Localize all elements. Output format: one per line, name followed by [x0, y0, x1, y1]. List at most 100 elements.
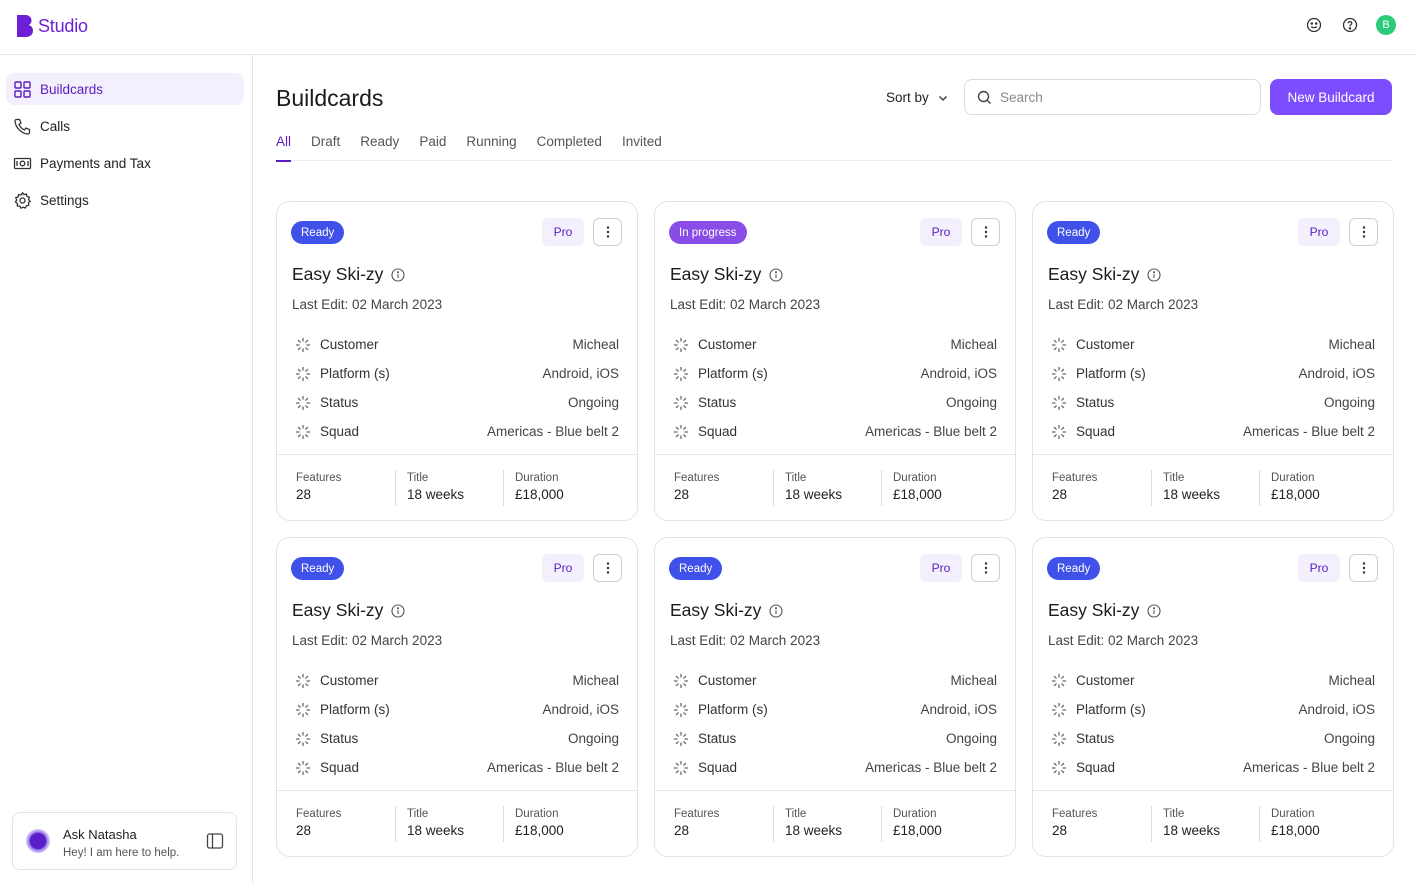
detail-label-wrap: Status — [673, 731, 736, 747]
tab-all[interactable]: All — [276, 134, 292, 162]
info-icon[interactable] — [391, 267, 405, 282]
grid-icon — [14, 80, 31, 98]
detail-row: Customer Micheal — [673, 330, 997, 359]
more-options-button[interactable] — [593, 554, 622, 582]
detail-value: Micheal — [950, 337, 997, 352]
status-badge: Ready — [669, 557, 723, 580]
sidebar-item-label: Settings — [40, 192, 89, 208]
detail-value: Americas - Blue belt 2 — [1242, 760, 1375, 775]
app-logo[interactable]: Studio — [16, 14, 88, 38]
card-title[interactable]: Easy Ski-zy — [1048, 264, 1139, 285]
detail-row: Platform (s) Android, iOS — [295, 359, 619, 388]
more-vertical-icon — [606, 562, 609, 574]
card-stats: Features 28 Title 18 weeks Duration £18,… — [277, 454, 637, 520]
chevron-down-icon — [938, 95, 947, 101]
detail-label: Customer — [320, 337, 379, 352]
loading-spinner-icon — [295, 673, 311, 688]
stat-label: Duration — [1271, 808, 1315, 820]
tab-draft[interactable]: Draft — [311, 134, 340, 161]
info-icon[interactable] — [1147, 603, 1161, 618]
loading-spinner-icon — [295, 337, 311, 352]
sort-by-dropdown[interactable]: Sort by — [886, 90, 949, 105]
detail-row: Squad Americas - Blue belt 2 — [295, 417, 619, 446]
more-vertical-icon — [1362, 562, 1365, 574]
user-avatar[interactable]: B — [1376, 15, 1396, 35]
sidebar-item-label: Payments and Tax — [40, 155, 151, 171]
info-icon[interactable] — [391, 603, 405, 618]
info-icon[interactable] — [769, 267, 783, 282]
stat-value: 18 weeks — [785, 487, 843, 502]
stat-duration: Duration £18,000 — [1259, 806, 1320, 842]
stat-value: 28 — [296, 487, 312, 502]
tab-invited[interactable]: Invited — [622, 134, 662, 161]
info-icon[interactable] — [1147, 267, 1161, 282]
more-options-button[interactable] — [1349, 554, 1378, 582]
card-title[interactable]: Easy Ski-zy — [670, 600, 761, 621]
sidebar: Buildcards Calls Payments and Tax Settin… — [0, 55, 253, 884]
tab-completed[interactable]: Completed — [537, 134, 602, 161]
app-name: Studio — [38, 15, 88, 36]
new-buildcard-button[interactable]: New Buildcard — [1270, 79, 1392, 115]
card-title[interactable]: Easy Ski-zy — [292, 600, 383, 621]
card-title[interactable]: Easy Ski-zy — [292, 264, 383, 285]
stat-duration: Duration £18,000 — [503, 806, 564, 842]
help-icon[interactable] — [1340, 15, 1360, 35]
stat-value: 28 — [674, 823, 690, 838]
search-box[interactable] — [964, 79, 1261, 115]
info-icon[interactable] — [769, 603, 783, 618]
gear-icon — [14, 191, 32, 209]
detail-label: Customer — [320, 673, 379, 688]
loading-spinner-icon — [295, 760, 311, 775]
more-vertical-icon — [984, 562, 987, 574]
detail-label-wrap: Status — [673, 395, 736, 411]
more-options-button[interactable] — [971, 554, 1000, 582]
feedback-smile-icon[interactable] — [1304, 15, 1324, 35]
tab-paid[interactable]: Paid — [419, 134, 446, 161]
sidebar-item-calls[interactable]: Calls — [6, 110, 244, 142]
buildcard-6[interactable]: Ready Pro Easy Ski-zy Last Edit: 02 Marc… — [1032, 537, 1394, 857]
detail-label: Status — [320, 395, 359, 410]
more-options-button[interactable] — [1349, 218, 1378, 246]
sidebar-item-payments-and-tax[interactable]: Payments and Tax — [6, 147, 244, 179]
stat-label: Features — [1052, 808, 1098, 820]
buildcard-4[interactable]: Ready Pro Easy Ski-zy Last Edit: 02 Marc… — [276, 537, 638, 857]
detail-row: Squad Americas - Blue belt 2 — [1051, 753, 1375, 782]
stat-label: Duration — [1271, 472, 1315, 484]
buildcard-2[interactable]: In progress Pro Easy Ski-zy Last Edit: 0… — [654, 201, 1016, 521]
detail-value: Ongoing — [945, 395, 997, 410]
sidebar-item-settings[interactable]: Settings — [6, 184, 244, 216]
stat-features: Features 28 — [1033, 455, 1151, 520]
sidebar-panel-toggle-icon[interactable] — [206, 832, 224, 850]
detail-value: Americas - Blue belt 2 — [1242, 424, 1375, 439]
stat-value: £18,000 — [515, 487, 564, 502]
buildcard-5[interactable]: Ready Pro Easy Ski-zy Last Edit: 02 Marc… — [654, 537, 1016, 857]
loading-spinner-icon — [1051, 760, 1067, 775]
detail-label-wrap: Squad — [295, 424, 359, 440]
more-options-button[interactable] — [593, 218, 622, 246]
stat-duration: Duration £18,000 — [881, 470, 942, 506]
detail-row: Platform (s) Android, iOS — [673, 359, 997, 388]
card-title[interactable]: Easy Ski-zy — [1048, 600, 1139, 621]
detail-row: Status Ongoing — [673, 388, 997, 417]
more-options-button[interactable] — [971, 218, 1000, 246]
detail-row: Customer Micheal — [295, 330, 619, 359]
stat-label: Duration — [515, 808, 559, 820]
stat-value: 28 — [1052, 823, 1068, 838]
loading-spinner-icon — [295, 366, 311, 381]
detail-value: Ongoing — [567, 731, 619, 746]
buildcard-3[interactable]: Ready Pro Easy Ski-zy Last Edit: 02 Marc… — [1032, 201, 1394, 521]
tab-ready[interactable]: Ready — [360, 134, 399, 161]
buildcard-1[interactable]: Ready Pro Easy Ski-zy Last Edit: 02 Marc… — [276, 201, 638, 521]
detail-label-wrap: Squad — [1051, 760, 1115, 776]
detail-value: Micheal — [572, 337, 619, 352]
tab-running[interactable]: Running — [466, 134, 516, 161]
ask-natasha-card[interactable]: Ask Natasha Hey! I am here to help. — [12, 812, 237, 870]
sidebar-item-buildcards[interactable]: Buildcards — [6, 73, 244, 105]
detail-row: Status Ongoing — [1051, 724, 1375, 753]
loading-spinner-icon — [1051, 337, 1067, 352]
search-input[interactable] — [1000, 89, 1240, 105]
status-tabs: All Draft Ready Paid Running Completed I… — [276, 134, 1392, 162]
last-edit-date: Last Edit: 02 March 2023 — [292, 633, 443, 648]
card-title[interactable]: Easy Ski-zy — [670, 264, 761, 285]
loading-spinner-icon — [673, 702, 689, 717]
